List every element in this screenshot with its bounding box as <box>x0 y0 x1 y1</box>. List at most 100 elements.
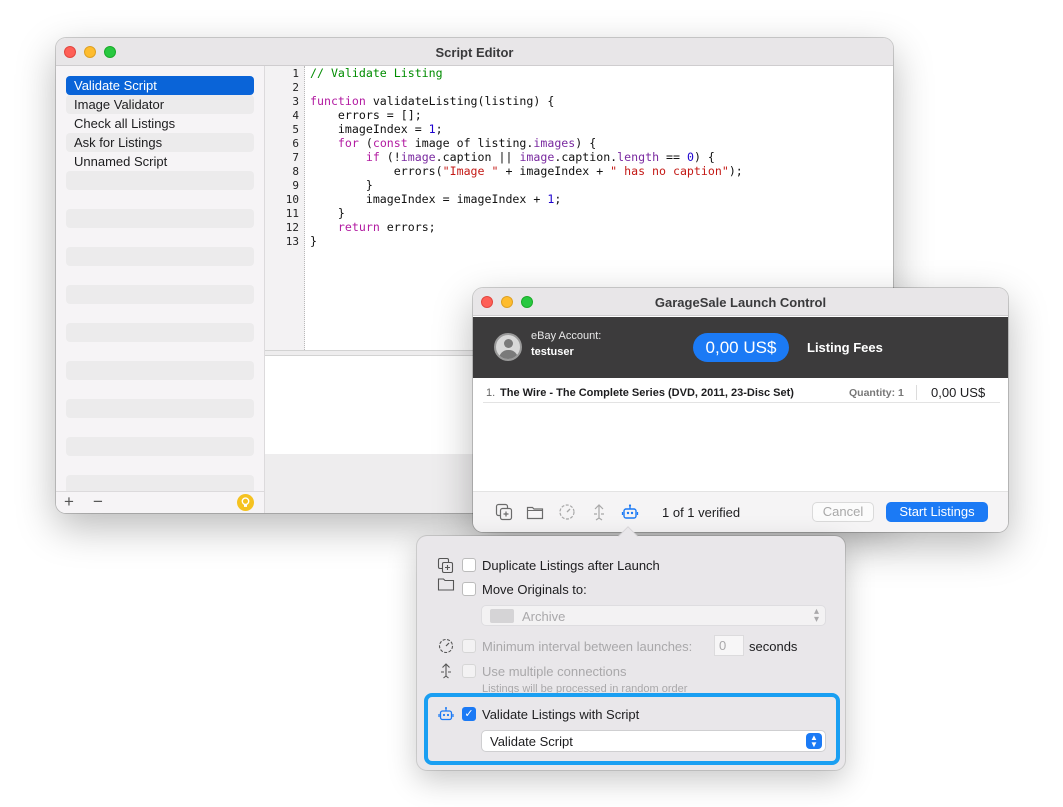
list-item <box>66 323 254 342</box>
list-item <box>66 228 254 247</box>
robot-icon[interactable] <box>620 502 640 522</box>
list-item <box>66 342 254 361</box>
fee-label: Listing Fees <box>807 340 883 355</box>
folder-icon <box>437 575 455 593</box>
editor-titlebar: Script Editor <box>56 38 893 66</box>
account-username: testuser <box>531 346 574 358</box>
code-line: } <box>310 206 345 220</box>
code-line: errors = []; <box>310 108 422 122</box>
launch-control-window: GarageSale Launch Control eBay Account: … <box>473 288 1008 532</box>
code-line: errors("Image " + imageIndex + " has no … <box>310 164 743 178</box>
listing-quantity: Quantity: 1 <box>849 387 904 399</box>
line-number: 10 <box>285 193 299 206</box>
window-title: Script Editor <box>435 45 514 60</box>
script-item-ask-for-listings[interactable]: Ask for Listings <box>66 133 254 152</box>
script-item-validate-script[interactable]: Validate Script <box>66 76 254 95</box>
min-interval-checkbox[interactable] <box>462 639 476 653</box>
lightbulb-icon[interactable] <box>237 494 254 511</box>
script-item-unnamed-script[interactable]: Unnamed Script <box>66 152 254 171</box>
add-script-button[interactable]: + <box>64 493 74 511</box>
move-originals-label: Move Originals to: <box>482 582 587 597</box>
timer-icon <box>437 637 455 655</box>
duplicate-icon <box>437 557 455 575</box>
duplicate-label: Duplicate Listings after Launch <box>482 558 660 573</box>
move-originals-checkbox[interactable] <box>462 582 476 596</box>
code-line: for (const image of listing.images) { <box>337 136 597 150</box>
listing-price: 0,00 US$ <box>931 385 986 400</box>
code-line: } <box>310 178 373 192</box>
remove-script-button[interactable]: − <box>93 493 103 511</box>
validate-script-select[interactable]: Validate Script ▲ ▼ <box>481 730 826 752</box>
list-item <box>66 399 254 418</box>
validate-label: Validate Listings with Script <box>482 707 640 722</box>
list-item <box>66 171 254 190</box>
launch-toolbar: 1 of 1 verified Cancel Start Listings <box>473 491 1008 532</box>
duplicate-checkbox[interactable] <box>462 558 476 572</box>
folder-icon <box>490 609 514 623</box>
table-row[interactable]: 1. The Wire - The Complete Series (DVD, … <box>483 383 1000 403</box>
code-line: return errors; <box>337 220 436 234</box>
seconds-label: seconds <box>749 639 798 654</box>
script-item-image-validator[interactable]: Image Validator <box>66 95 254 114</box>
multiple-connections-checkbox[interactable] <box>462 664 476 678</box>
list-item <box>66 418 254 437</box>
launch-options-popover: Duplicate Listings after Launch Move Ori… <box>417 526 845 770</box>
code-line: imageIndex = 1; <box>310 122 443 136</box>
folder-icon[interactable] <box>525 502 545 522</box>
line-number: 5 <box>292 123 299 136</box>
fee-amount-badge: 0,00 US$ <box>693 333 789 362</box>
archive-folder-select[interactable]: Archive ▴ ▾ <box>481 605 826 626</box>
list-item <box>66 190 254 209</box>
account-label: eBay Account: <box>531 330 602 342</box>
line-number: 12 <box>285 221 299 234</box>
line-number: 11 <box>285 207 299 220</box>
line-number: 6 <box>292 137 299 150</box>
robot-icon <box>437 705 455 723</box>
chevron-updown-icon: ▲ ▼ <box>806 733 822 749</box>
line-number: 9 <box>292 179 299 192</box>
line-number-gutter: 1 2 3 4 5 6 7 8 9 10 11 12 13 <box>265 66 305 350</box>
launch-titlebar: GarageSale Launch Control <box>473 288 1008 316</box>
connections-icon[interactable] <box>589 502 609 522</box>
sidebar-toolbar: + − <box>56 491 264 513</box>
validate-checkbox[interactable]: ✓ <box>462 707 476 721</box>
verified-status: 1 of 1 verified <box>662 505 741 520</box>
divider <box>916 385 917 400</box>
code-line: if (!image.caption || image.caption.leng… <box>365 150 715 164</box>
validate-script-value: Validate Script <box>490 734 573 749</box>
list-item <box>66 380 254 399</box>
cancel-button[interactable]: Cancel <box>812 502 874 522</box>
interval-field[interactable]: 0 <box>714 635 744 656</box>
listing-title: The Wire - The Complete Series (DVD, 201… <box>500 387 794 399</box>
multiple-connections-label: Use multiple connections <box>482 664 627 679</box>
code-comment: // Validate Listing <box>310 66 443 80</box>
list-item <box>66 247 254 266</box>
account-header: eBay Account: testuser 0,00 US$ Listing … <box>473 317 1008 378</box>
script-sidebar: Validate Script Image Validator Check al… <box>56 66 265 513</box>
line-number: 8 <box>292 165 299 178</box>
list-item <box>66 266 254 285</box>
line-number: 7 <box>292 151 299 164</box>
line-number: 13 <box>285 235 299 248</box>
code-line: } <box>310 234 317 248</box>
code-line: imageIndex = imageIndex + 1; <box>310 192 562 206</box>
start-listings-button[interactable]: Start Listings <box>886 502 988 522</box>
code-lines: // Validate Listing function validateLis… <box>310 66 893 248</box>
duplicate-icon[interactable] <box>494 502 514 522</box>
line-number: 1 <box>292 67 299 80</box>
code-line: function validateListing(listing) { <box>310 94 555 108</box>
timer-icon[interactable] <box>557 502 577 522</box>
list-item <box>66 456 254 475</box>
list-item <box>66 361 254 380</box>
min-interval-label: Minimum interval between launches: <box>482 639 693 654</box>
avatar <box>494 333 522 361</box>
code-line: // Validate Listing <box>310 66 893 80</box>
window-title: GarageSale Launch Control <box>654 295 827 310</box>
list-item <box>66 209 254 228</box>
listing-number: 1. <box>486 387 496 399</box>
script-item-check-all-listings[interactable]: Check all Listings <box>66 114 254 133</box>
archive-select-value: Archive <box>522 609 566 624</box>
line-number: 4 <box>292 109 299 122</box>
line-number: 3 <box>292 95 299 108</box>
